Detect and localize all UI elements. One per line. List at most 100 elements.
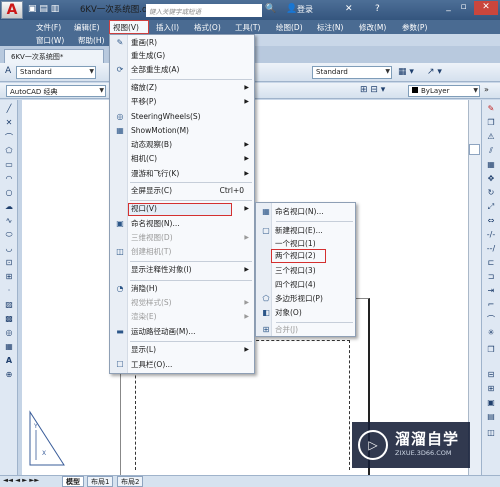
view-menu-item-21[interactable]: ☐ 工具栏(O)...	[110, 359, 254, 371]
menu-file[interactable]: 文件(F)	[36, 22, 61, 33]
tab-model[interactable]: 模型	[62, 476, 84, 487]
table-style-icon[interactable]: ▦ ▾	[398, 67, 414, 77]
view-menu-item-15[interactable]: 显示注释性对象(I) ▶	[110, 264, 254, 276]
erase-icon[interactable]: ✎	[483, 104, 499, 113]
view-menu-item-9[interactable]: 漫游和飞行(K) ▶	[110, 168, 254, 180]
view-menu-item-12[interactable]: ▣ 命名视图(N)...	[110, 218, 254, 230]
explode-icon[interactable]: ✳	[483, 328, 499, 337]
mtext-icon[interactable]: A	[1, 356, 17, 365]
circle-icon[interactable]: ○	[1, 188, 17, 197]
menu-modify[interactable]: 修改(M)	[359, 22, 386, 33]
arc-icon[interactable]: ◠	[1, 174, 17, 183]
exchange-icon[interactable]: ✕	[345, 4, 353, 14]
viewports-menu-item-7[interactable]: ◧ 对象(O)	[256, 307, 355, 319]
trim-icon[interactable]: -/-	[483, 230, 499, 239]
text-style-select[interactable]: Standard ▼	[16, 66, 96, 79]
hatch-icon[interactable]: ▨	[1, 300, 17, 309]
menu-view[interactable]: 视图(V)	[109, 20, 149, 34]
menu-draw[interactable]: 绘图(D)	[276, 22, 303, 33]
view-menu-item-6[interactable]: ▦ ShowMotion(M)	[110, 125, 254, 137]
tab-navigation[interactable]: ◄◄ ◄ ► ►►	[3, 476, 39, 484]
menu-window[interactable]: 窗口(W)	[36, 35, 64, 46]
view-menu-item-16[interactable]: ◔ 消隐(H)	[110, 283, 254, 295]
break-at-point-icon[interactable]: ⊏	[483, 258, 499, 267]
add-selected-icon[interactable]: ⊕	[1, 370, 17, 379]
construction-line-icon[interactable]: ✕	[1, 118, 17, 127]
document-tab[interactable]: 6KV一次系统图*	[4, 49, 104, 63]
view-menu-item-3[interactable]: 缩放(Z) ▶	[110, 82, 254, 94]
panel2-icon[interactable]: ⊞	[483, 384, 499, 393]
restore-button[interactable]: ▫	[456, 1, 471, 15]
menu-edit[interactable]: 编辑(E)	[74, 22, 100, 33]
view-menu-item-19[interactable]: ▬ 运动路径动画(M)...	[110, 326, 254, 338]
login-button[interactable]: 登录	[297, 4, 313, 15]
help-icon[interactable]: ?	[375, 4, 380, 14]
scale-icon[interactable]: ⤢	[483, 202, 499, 212]
chamfer-icon[interactable]: ⌐	[483, 300, 499, 309]
move-icon[interactable]: ✥	[483, 174, 499, 183]
viewports-menu-item-3[interactable]: 两个视口(2)	[256, 250, 355, 262]
viewports-menu-item-6[interactable]: ⬠ 多边形视口(P)	[256, 293, 355, 305]
binoculars-icon[interactable]: 🔍	[265, 4, 276, 14]
mirror-icon[interactable]: ⚠	[483, 132, 499, 141]
polygon-icon[interactable]: ⬠	[1, 146, 17, 155]
view-menu-item-1[interactable]: 重生成(G)	[110, 50, 254, 62]
menu-insert[interactable]: 插入(I)	[156, 22, 179, 33]
polyline-icon[interactable]: ⌒	[1, 132, 17, 143]
view-menu-item-0[interactable]: ✎ 重画(R)	[110, 37, 254, 49]
fillet-icon[interactable]: ⌒	[483, 314, 499, 325]
offset-icon[interactable]: ⫽	[483, 146, 499, 156]
viewports-menu-item-4[interactable]: 三个视口(3)	[256, 265, 355, 277]
menu-help[interactable]: 帮助(H)	[78, 35, 105, 46]
viewports-menu-item-5[interactable]: 四个视口(4)	[256, 279, 355, 291]
array-icon[interactable]: ▦	[483, 160, 499, 169]
ellipse-arc-icon[interactable]: ◡	[1, 244, 17, 253]
tab-layout2[interactable]: 布局2	[117, 476, 144, 487]
quick-access-icon[interactable]: ▣ ▤ ▥	[28, 4, 59, 14]
ellipse-icon[interactable]: ⬭	[1, 230, 17, 240]
viewports-menu-item-0[interactable]: ▦ 命名视口(N)...	[256, 206, 355, 218]
revcloud-icon[interactable]: ☁	[1, 202, 17, 211]
panel3-icon[interactable]: ▣	[483, 398, 499, 407]
join-tool-icon[interactable]: ⇥	[483, 286, 499, 295]
point-icon[interactable]: ·	[1, 286, 17, 295]
menu-format[interactable]: 格式(O)	[194, 22, 221, 33]
view-menu-item-10[interactable]: 全屏显示(C) Ctrl+0	[110, 185, 254, 197]
rotate-icon[interactable]: ↻	[483, 188, 499, 197]
gradient-icon[interactable]: ▩	[1, 314, 17, 323]
view-menu-item-8[interactable]: 相机(C) ▶	[110, 153, 254, 165]
tab-layout1[interactable]: 布局1	[87, 476, 114, 487]
view-menu-item-5[interactable]: ◎ SteeringWheels(S)	[110, 111, 254, 123]
insert-block-icon[interactable]: ⊡	[1, 258, 17, 267]
panel4-icon[interactable]: ▤	[483, 412, 499, 421]
viewports-menu-item-1[interactable]: ▢ 新建视口(E)...	[256, 225, 355, 237]
break-icon[interactable]: ⊐	[483, 272, 499, 281]
overflow-icon[interactable]: »	[484, 85, 489, 94]
rectangle-icon[interactable]: ▭	[1, 160, 17, 169]
workspace-select[interactable]: AutoCAD 经典 ▼	[6, 85, 106, 97]
spline-icon[interactable]: ∿	[1, 216, 17, 225]
view-menu-item-2[interactable]: ⟳ 全部重生成(A)	[110, 64, 254, 76]
app-logo-button[interactable]: A	[1, 1, 23, 19]
view-menu-item-4[interactable]: 平移(P) ▶	[110, 96, 254, 108]
multileader-style-icon[interactable]: ↗ ▾	[427, 67, 442, 77]
region-icon[interactable]: ◎	[1, 328, 17, 337]
panel-icon[interactable]: ⊟	[483, 370, 499, 379]
search-input[interactable]: 键入关键字或短语	[146, 4, 262, 17]
copy-icon[interactable]: ❐	[483, 118, 499, 127]
user-icon[interactable]: 👤	[286, 4, 297, 14]
layer-tools-icon[interactable]: ⊞ ⊟ ▾	[360, 85, 385, 95]
table-style-select[interactable]: Standard ▼	[312, 66, 392, 79]
view-menu-item-11[interactable]: 视口(V) ▶	[110, 203, 254, 215]
view-menu-item-7[interactable]: 动态观察(B) ▶	[110, 139, 254, 151]
menu-tools[interactable]: 工具(T)	[235, 22, 260, 33]
minimize-button[interactable]: _	[441, 1, 456, 15]
close-button[interactable]: ✕	[474, 1, 498, 15]
make-block-icon[interactable]: ⊞	[1, 272, 17, 281]
stretch-icon[interactable]: ⇔	[483, 216, 499, 225]
view-menu-item-20[interactable]: 显示(L) ▶	[110, 344, 254, 356]
draworder-icon[interactable]: ❐	[483, 345, 499, 354]
extend-icon[interactable]: --/	[483, 244, 499, 253]
menu-parametric[interactable]: 参数(P)	[402, 22, 427, 33]
viewports-menu-item-2[interactable]: 一个视口(1)	[256, 238, 355, 250]
